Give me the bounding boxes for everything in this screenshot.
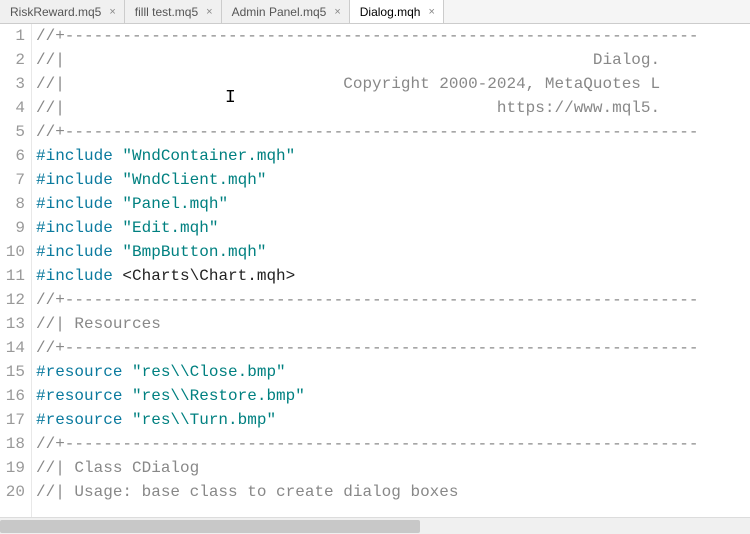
code-line[interactable]: //+-------------------------------------… [36, 120, 750, 144]
line-number: 16 [0, 384, 25, 408]
code-line[interactable]: //+-------------------------------------… [36, 24, 750, 48]
code-token: //| Copyright 2000-2024, MetaQuotes L [36, 75, 660, 93]
code-token: #resource [36, 411, 132, 429]
code-token: //+-------------------------------------… [36, 339, 699, 357]
editor-area[interactable]: 1234567891011121314151617181920 //+-----… [0, 24, 750, 517]
file-tab[interactable]: Admin Panel.mq5 × [222, 0, 350, 23]
code-line[interactable]: #resource "res\\Turn.bmp" [36, 408, 750, 432]
file-tab[interactable]: RiskReward.mq5 × [0, 0, 125, 23]
code-token: //| Resources [36, 315, 699, 333]
code-token: #include [36, 243, 122, 261]
horizontal-scrollbar[interactable] [0, 517, 750, 534]
code-token: //| Dialog. [36, 51, 660, 69]
line-number: 17 [0, 408, 25, 432]
code-token: "res\\Restore.bmp" [132, 387, 305, 405]
close-icon[interactable]: × [204, 6, 214, 18]
code-token: //+-------------------------------------… [36, 291, 699, 309]
close-icon[interactable]: × [107, 6, 117, 18]
line-number: 9 [0, 216, 25, 240]
line-number: 5 [0, 120, 25, 144]
code-token: "res\\Close.bmp" [132, 363, 286, 381]
line-number: 11 [0, 264, 25, 288]
code-token: "res\\Turn.bmp" [132, 411, 276, 429]
code-content[interactable]: //+-------------------------------------… [32, 24, 750, 517]
line-number: 10 [0, 240, 25, 264]
line-number: 19 [0, 456, 25, 480]
file-tab[interactable]: Dialog.mqh × [350, 0, 444, 23]
line-number: 3 [0, 72, 25, 96]
code-token: #include [36, 267, 122, 285]
code-token: "Edit.mqh" [122, 219, 218, 237]
code-line[interactable]: //+-------------------------------------… [36, 432, 750, 456]
code-line[interactable]: #include "Edit.mqh" [36, 216, 750, 240]
line-number: 7 [0, 168, 25, 192]
close-icon[interactable]: × [426, 6, 436, 18]
file-tab[interactable]: filll test.mq5 × [125, 0, 222, 23]
line-number: 13 [0, 312, 25, 336]
file-tab-label: filll test.mq5 [135, 5, 198, 19]
file-tab-label: Dialog.mqh [360, 5, 421, 19]
line-number: 14 [0, 336, 25, 360]
code-line[interactable]: #include "WndContainer.mqh" [36, 144, 750, 168]
code-token: "WndContainer.mqh" [122, 147, 295, 165]
code-line[interactable]: #resource "res\\Restore.bmp" [36, 384, 750, 408]
code-token: #resource [36, 387, 132, 405]
code-line[interactable]: #include "Panel.mqh" [36, 192, 750, 216]
file-tab-label: RiskReward.mq5 [10, 5, 101, 19]
code-token: #include [36, 219, 122, 237]
code-line[interactable]: //| https://www.mql5. [36, 96, 750, 120]
line-number-gutter: 1234567891011121314151617181920 [0, 24, 32, 517]
line-number: 15 [0, 360, 25, 384]
line-number: 2 [0, 48, 25, 72]
line-number: 1 [0, 24, 25, 48]
line-number: 6 [0, 144, 25, 168]
file-tab-label: Admin Panel.mq5 [232, 5, 327, 19]
code-token: #include [36, 195, 122, 213]
code-line[interactable]: //| Resources [36, 312, 750, 336]
code-line[interactable]: //| Usage: base class to create dialog b… [36, 480, 750, 504]
line-number: 18 [0, 432, 25, 456]
code-line[interactable]: //+-------------------------------------… [36, 336, 750, 360]
close-icon[interactable]: × [332, 6, 342, 18]
code-line[interactable]: #include <Charts\Chart.mqh> [36, 264, 750, 288]
code-line[interactable]: #include "BmpButton.mqh" [36, 240, 750, 264]
code-token: //+-------------------------------------… [36, 27, 699, 45]
code-token: "WndClient.mqh" [122, 171, 266, 189]
code-token: <Charts\Chart.mqh> [122, 267, 295, 285]
code-token: //| Class CDialog [36, 459, 699, 477]
code-token: "Panel.mqh" [122, 195, 228, 213]
code-line[interactable]: //| Copyright 2000-2024, MetaQuotes L [36, 72, 750, 96]
code-line[interactable]: //| Dialog. [36, 48, 750, 72]
code-token: #resource [36, 363, 132, 381]
code-token: "BmpButton.mqh" [122, 243, 266, 261]
code-token: #include [36, 147, 122, 165]
line-number: 12 [0, 288, 25, 312]
tab-bar: RiskReward.mq5×filll test.mq5×Admin Pane… [0, 0, 750, 24]
code-line[interactable]: //| Class CDialog [36, 456, 750, 480]
line-number: 8 [0, 192, 25, 216]
horizontal-scrollbar-thumb[interactable] [0, 520, 420, 533]
code-token: #include [36, 171, 122, 189]
code-token: //| Usage: base class to create dialog b… [36, 483, 699, 501]
code-line[interactable]: //+-------------------------------------… [36, 288, 750, 312]
code-line[interactable]: #resource "res\\Close.bmp" [36, 360, 750, 384]
code-token: //| https://www.mql5. [36, 99, 660, 117]
code-token: //+-------------------------------------… [36, 123, 699, 141]
code-token: //+-------------------------------------… [36, 435, 699, 453]
code-line[interactable]: #include "WndClient.mqh" [36, 168, 750, 192]
line-number: 20 [0, 480, 25, 504]
line-number: 4 [0, 96, 25, 120]
